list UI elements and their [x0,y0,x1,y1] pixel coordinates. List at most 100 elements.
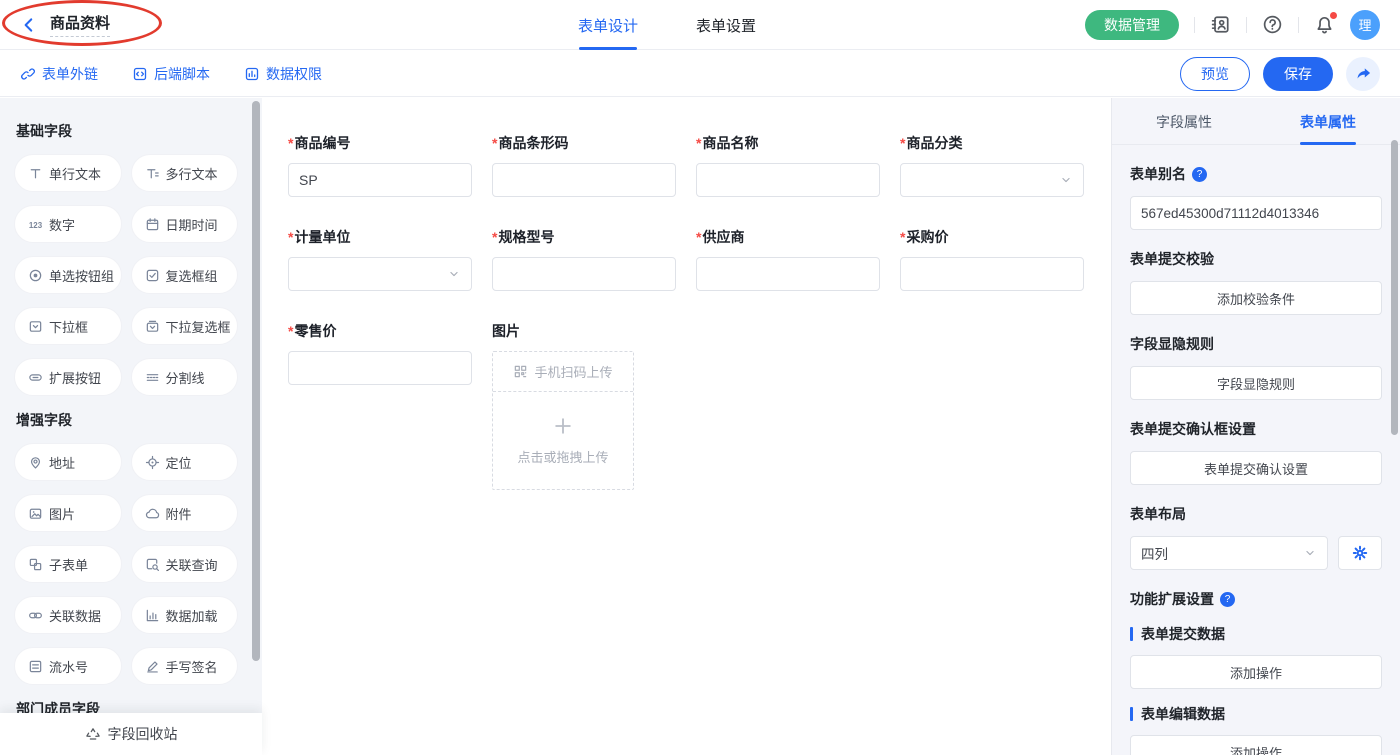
canvas-field[interactable]: *计量单位 [288,228,472,291]
linked-data-icon [28,608,43,623]
field-input[interactable] [900,257,1084,291]
field-type-pill[interactable]: 附件 [131,494,239,532]
property-action-button[interactable]: 添加校验条件 [1130,281,1382,315]
form-alias-label: 表单别名? [1130,164,1382,184]
field-label: *商品分类 [900,134,1084,153]
form-grid: *商品编号SP *商品条形码 *商品名称 *商品分类 *计量单位 *规格型号 *供应商 *采购… [288,134,1111,521]
field-type-pill[interactable]: 手写签名 [131,647,239,685]
recycle-bin-label: 字段回收站 [108,724,178,744]
help-tip-icon[interactable]: ? [1192,167,1207,182]
back-button[interactable] [20,16,38,34]
field-input[interactable] [696,163,880,197]
property-section-label: 字段显隐规则 [1130,334,1382,354]
canvas-field[interactable]: *供应商 [696,228,880,291]
field-type-pill[interactable]: 子表单 [14,545,122,583]
extend-button-icon [28,370,43,385]
field-type-pill[interactable]: 单选按钮组 [14,256,122,294]
save-button[interactable]: 保存 [1263,57,1333,91]
header-tabs: 表单设计 表单设置 [578,0,756,50]
data-manage-button[interactable]: 数据管理 [1085,10,1179,40]
field-type-pill[interactable]: 图片 [14,494,122,532]
qr-code-icon [513,364,528,379]
notification-bell-icon[interactable] [1314,14,1335,35]
canvas-field[interactable]: *商品名称 [696,134,880,197]
canvas-field[interactable]: *采购价 [900,228,1084,291]
layout-settings-button[interactable] [1338,536,1382,570]
field-type-pill[interactable]: 123数字 [14,205,122,243]
field-type-pill[interactable]: 流水号 [14,647,122,685]
preview-button[interactable]: 预览 [1180,57,1250,91]
form-layout-select[interactable]: 四列 [1130,536,1328,570]
field-type-pill[interactable]: 分割线 [131,358,239,396]
properties-tabs: 字段属性表单属性 [1112,98,1400,145]
sidebar-scrollbar[interactable] [250,98,262,755]
canvas-field[interactable]: *商品条形码 [492,134,676,197]
properties-body: 表单别名? 567ed45300d71112d4013346表单提交校验 添加校… [1130,164,1382,755]
properties-tab-form[interactable]: 表单属性 [1256,98,1400,144]
field-type-pill[interactable]: 日期时间 [131,205,239,243]
drag-drop-upload-area[interactable]: 点击或拖拽上传 [493,392,633,489]
field-input[interactable] [696,257,880,291]
form-alias-input[interactable]: 567ed45300d71112d4013346 [1130,196,1382,230]
toolbar-link-0[interactable]: 表单外链 [20,64,98,84]
field-label: *供应商 [696,228,880,247]
scan-upload-button[interactable]: 手机扫码上传 [493,352,633,392]
field-type-pill[interactable]: 复选框组 [131,256,239,294]
toolbar-link-2[interactable]: 数据权限 [244,64,322,84]
canvas-field[interactable]: *规格型号 [492,228,676,291]
contacts-icon[interactable] [1210,14,1231,35]
field-type-pill[interactable]: 扩展按钮 [14,358,122,396]
link-icon [20,66,36,82]
user-avatar[interactable]: 理 [1350,10,1380,40]
sidebar-section: 基础字段单行文本多行文本123数字日期时间单选按钮组复选框组下拉框下拉复选框扩展… [14,121,238,396]
sidebar-scrollbar-thumb[interactable] [252,101,260,661]
field-type-pill[interactable]: 多行文本 [131,154,239,192]
field-input[interactable] [288,351,472,385]
gear-icon [1352,545,1368,561]
canvas-field[interactable]: *商品分类 [900,134,1084,197]
canvas-field[interactable]: *零售价 [288,322,472,385]
properties-panel: 字段属性表单属性 表单别名? 567ed45300d71112d4013346表… [1111,98,1400,755]
toolbar-link-1[interactable]: 后端脚本 [132,64,210,84]
field-type-pill[interactable]: 单行文本 [14,154,122,192]
image-icon [28,506,43,521]
help-tip-icon[interactable]: ? [1220,592,1235,607]
field-type-pill[interactable]: 下拉框 [14,307,122,345]
properties-scrollbar-thumb[interactable] [1391,140,1398,435]
property-action-button[interactable]: 表单提交确认设置 [1130,451,1382,485]
property-action-button[interactable]: 字段显隐规则 [1130,366,1382,400]
header-tab-form-settings[interactable]: 表单设置 [696,0,756,50]
field-select[interactable] [288,257,472,291]
extension-action-button[interactable]: 添加操作 [1130,655,1382,689]
subform-icon [28,557,43,572]
signature-icon [145,659,160,674]
canvas-field[interactable]: 图片 手机扫码上传 点击或拖拽上传 [492,322,676,490]
number-icon: 123 [28,217,43,232]
field-type-pill[interactable]: 数据加载 [131,596,239,634]
field-input[interactable]: SP [288,163,472,197]
required-asterisk: * [288,135,293,151]
field-type-pill[interactable]: 关联数据 [14,596,122,634]
header-tab-form-design[interactable]: 表单设计 [578,0,638,50]
image-upload-field[interactable]: 手机扫码上传 点击或拖拽上传 [492,351,634,490]
share-button[interactable] [1346,57,1380,91]
field-type-pill[interactable]: 定位 [131,443,239,481]
field-input[interactable] [492,163,676,197]
multi-line-text-icon [145,166,160,181]
extension-settings-label: 功能扩展设置? [1130,589,1382,609]
field-recycle-bin[interactable]: 字段回收站 [0,713,262,755]
help-icon[interactable] [1262,14,1283,35]
field-select[interactable] [900,163,1084,197]
field-input[interactable] [492,257,676,291]
canvas-field[interactable]: *商品编号SP [288,134,472,197]
chevron-down-icon [1303,546,1317,560]
required-asterisk: * [696,135,701,151]
extension-action-button[interactable]: 添加操作 [1130,735,1382,755]
properties-tab-field[interactable]: 字段属性 [1112,98,1256,144]
field-type-pill[interactable]: 关联查询 [131,545,239,583]
required-asterisk: * [492,229,497,245]
notification-dot [1330,12,1337,19]
field-type-pill[interactable]: 下拉复选框 [131,307,239,345]
select-icon [28,319,43,334]
field-type-pill[interactable]: 地址 [14,443,122,481]
